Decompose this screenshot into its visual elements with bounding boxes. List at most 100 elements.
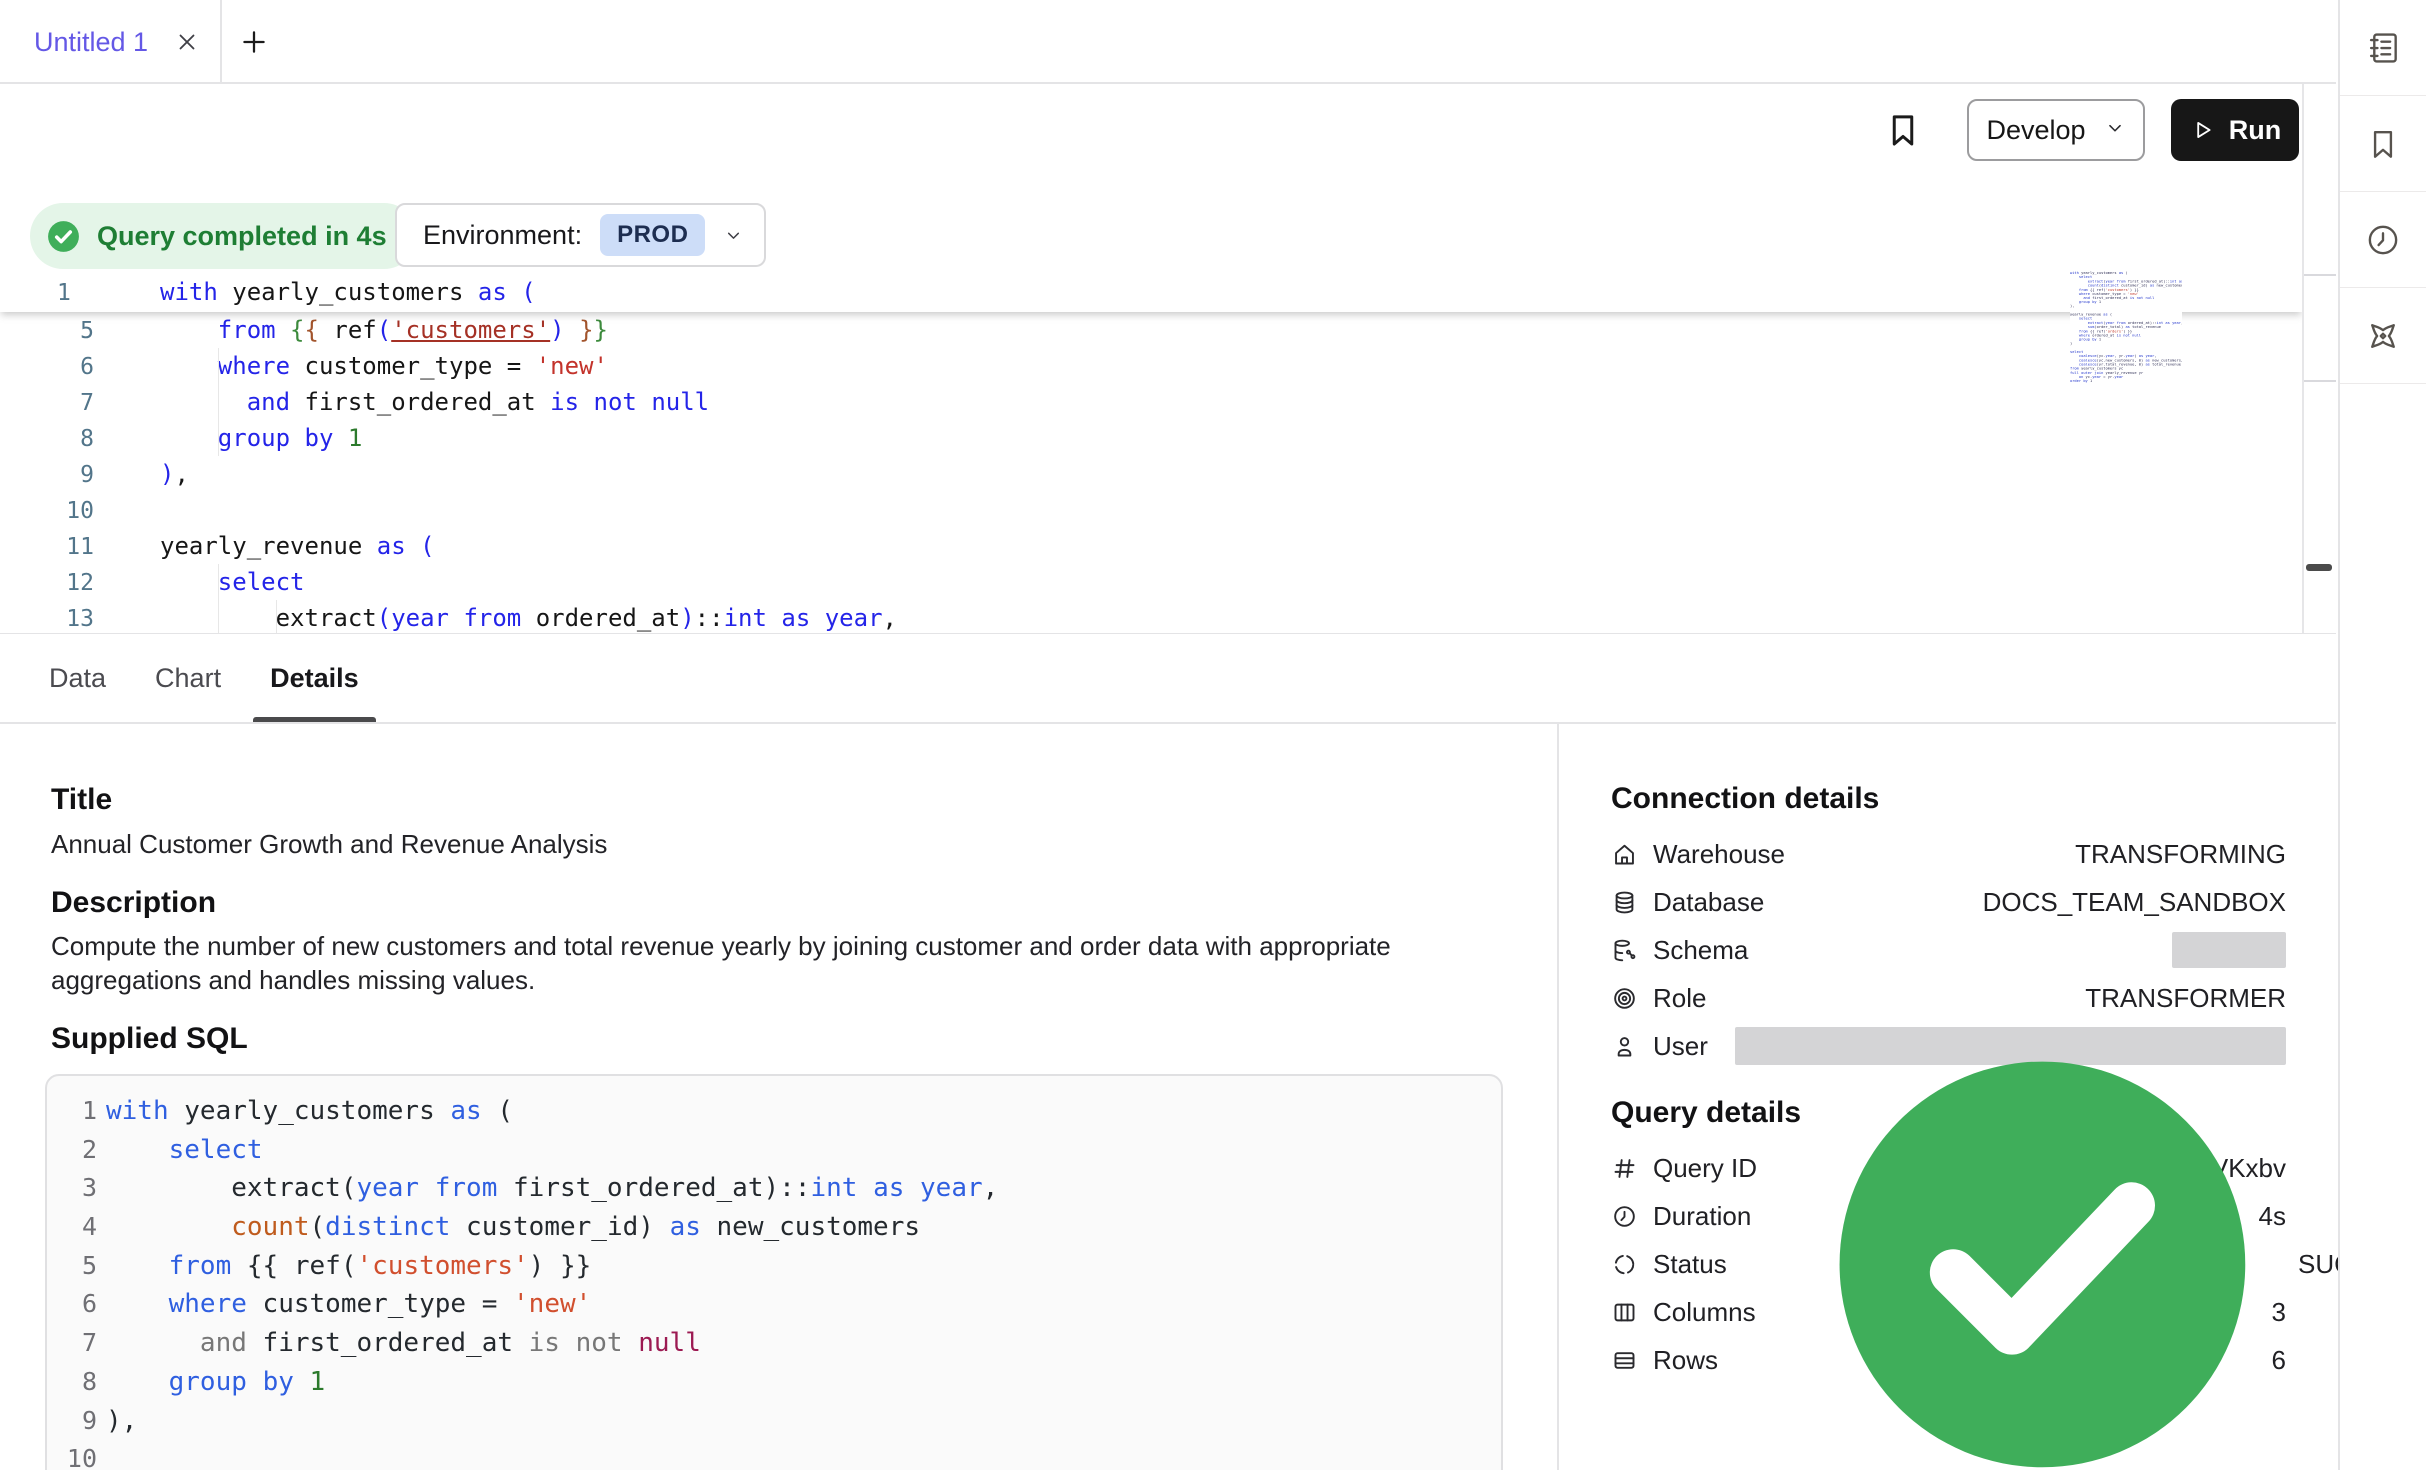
scrollbar-marker[interactable]: [2306, 564, 2332, 571]
description-heading: Description: [51, 886, 216, 920]
supplied-sql-line-4: 4 count(distinct customer_id) as new_cus…: [47, 1208, 1501, 1247]
line-number: 9: [47, 1402, 97, 1441]
line-number: 1: [0, 274, 110, 313]
environment-value-badge: PROD: [600, 214, 705, 256]
connection-row-role: Role TRANSFORMER: [1611, 974, 2286, 1022]
row-label: Schema: [1653, 935, 1748, 966]
supplied-sql-line-1: 1with yearly_customers as (: [47, 1092, 1501, 1131]
line-number: 8: [0, 421, 110, 457]
editor-minimap[interactable]: with yearly_customers as ( select extrac…: [2070, 271, 2182, 385]
new-tab-button[interactable]: [238, 26, 270, 58]
connection-row-database: DatabaseDOCS_TEAM_SANDBOX: [1611, 878, 2286, 926]
row-label: Status: [1653, 1249, 1727, 1280]
row-value: TRANSFORMING: [2075, 839, 2286, 870]
tab-chart[interactable]: Chart: [155, 634, 221, 722]
line-number: 12: [0, 565, 110, 601]
editor-line-9[interactable]: 9),: [0, 456, 2302, 492]
sidebar-item-history[interactable]: [2340, 192, 2426, 288]
result-tabs: Data Chart Details: [0, 634, 2336, 724]
sql-editor[interactable]: 1with yearly_customers as (5 from {{ ref…: [0, 273, 2302, 634]
bookmark-button[interactable]: [1882, 109, 1924, 151]
line-number: 11: [0, 529, 110, 565]
chevron-down-icon: [723, 225, 744, 246]
app-window: Untitled 1 Develop Run Query completed i…: [0, 0, 2426, 1470]
supplied-sql-line-3: 3 extract(year from first_ordered_at)::i…: [47, 1169, 1501, 1208]
editor-line-6[interactable]: 6 where customer_type = 'new': [0, 348, 2302, 384]
hash-icon: [1611, 1155, 1638, 1182]
role-icon: [1611, 985, 1638, 1012]
details-side-panel: Connection details WarehouseTRANSFORMING…: [1557, 724, 2336, 1470]
editor-line-11[interactable]: 11yearly_revenue as (: [0, 528, 2302, 564]
editor-line-1[interactable]: 1with yearly_customers as (: [0, 273, 2302, 312]
description-value: Compute the number of new customers and …: [51, 929, 1421, 997]
editor-line-10[interactable]: 10: [0, 492, 2302, 528]
environment-selector[interactable]: Environment: PROD: [395, 203, 766, 267]
warehouse-icon: [1611, 841, 1638, 868]
plus-icon[interactable]: [238, 26, 270, 58]
supplied-sql-line-2: 2 select: [47, 1131, 1501, 1170]
supplied-sql-line-5: 5 from {{ ref('customers') }}: [47, 1247, 1501, 1286]
row-value: 3: [2272, 1297, 2286, 1328]
editor-line-13[interactable]: 13 extract(year from ordered_at)::int as…: [0, 600, 2302, 634]
line-number: 7: [0, 385, 110, 421]
supplied-sql-heading: Supplied SQL: [51, 1022, 248, 1056]
editor-line-8[interactable]: 8 group by 1: [0, 420, 2302, 456]
row-label: Duration: [1653, 1201, 1751, 1232]
line-number: 13: [0, 601, 110, 634]
editor-scrollbar[interactable]: [2302, 84, 2336, 633]
run-button[interactable]: Run: [2171, 99, 2299, 161]
develop-dropdown[interactable]: Develop: [1967, 99, 2145, 161]
bookmark-icon[interactable]: [1882, 109, 1924, 151]
play-icon: [2189, 117, 2215, 143]
right-sidebar: [2338, 0, 2426, 1470]
clock-icon: [1611, 1203, 1638, 1230]
row-value: TRANSFORMER: [2085, 983, 2286, 1014]
editor-line-7[interactable]: 7 and first_ordered_at is not null: [0, 384, 2302, 420]
row-label: Columns: [1653, 1297, 1756, 1328]
supplied-sql-line-6: 6 where customer_type = 'new': [47, 1285, 1501, 1324]
indent-guide: [218, 600, 220, 634]
query-status-text: Query completed in 4s: [97, 221, 387, 252]
tab-data[interactable]: Data: [49, 634, 106, 722]
line-number: 5: [0, 313, 110, 349]
check-circle-icon: [1799, 1021, 2286, 1470]
supplied-sql-line-10: 10: [47, 1440, 1501, 1470]
tab-label: Untitled 1: [34, 27, 148, 58]
main-area: Untitled 1 Develop Run Query completed i…: [0, 0, 2336, 1470]
line-number: 4: [47, 1208, 97, 1247]
chevron-down-icon: [2104, 117, 2126, 139]
develop-label: Develop: [1986, 115, 2085, 146]
close-icon[interactable]: [174, 29, 200, 55]
check-circle-icon: [45, 218, 82, 255]
line-number: 10: [47, 1440, 97, 1470]
close-icon[interactable]: [174, 29, 200, 55]
tab-untitled-1[interactable]: Untitled 1: [0, 0, 222, 84]
row-label: Query ID: [1653, 1153, 1757, 1184]
sidebar-item-bookmark[interactable]: [2340, 96, 2426, 192]
line-number: 2: [47, 1131, 97, 1170]
editor-line-12[interactable]: 12 select: [0, 564, 2302, 600]
indent-guide: [276, 600, 278, 634]
row-label: Role: [1653, 983, 1706, 1014]
line-number: 5: [47, 1247, 97, 1286]
line-number: 7: [47, 1324, 97, 1363]
sidebar-item-explore[interactable]: [2340, 288, 2426, 384]
title-value: Annual Customer Growth and Revenue Analy…: [51, 829, 607, 860]
check-circle-icon: [45, 218, 82, 255]
connection-row-schema: Schema: [1611, 926, 2286, 974]
chevron-down-icon: [2104, 115, 2126, 146]
scrollbar-thumb[interactable]: [2304, 274, 2336, 382]
sidebar-item-notebook[interactable]: [2340, 0, 2426, 96]
tab-details[interactable]: Details: [270, 634, 359, 722]
minimap-code: with yearly_customers as ( select extrac…: [2070, 271, 2108, 383]
indent-guide: [218, 348, 220, 384]
chevron-down-icon: [723, 225, 744, 246]
line-number: 3: [47, 1169, 97, 1208]
row-value: DOCS_TEAM_SANDBOX: [1983, 887, 2286, 918]
schema-icon: [1611, 937, 1638, 964]
line-number: 6: [0, 349, 110, 385]
editor-line-5[interactable]: 5 from {{ ref('customers') }}: [0, 312, 2302, 348]
indent-guide: [218, 420, 220, 456]
redacted-value: [2172, 932, 2286, 968]
explore-icon: [2364, 317, 2402, 355]
